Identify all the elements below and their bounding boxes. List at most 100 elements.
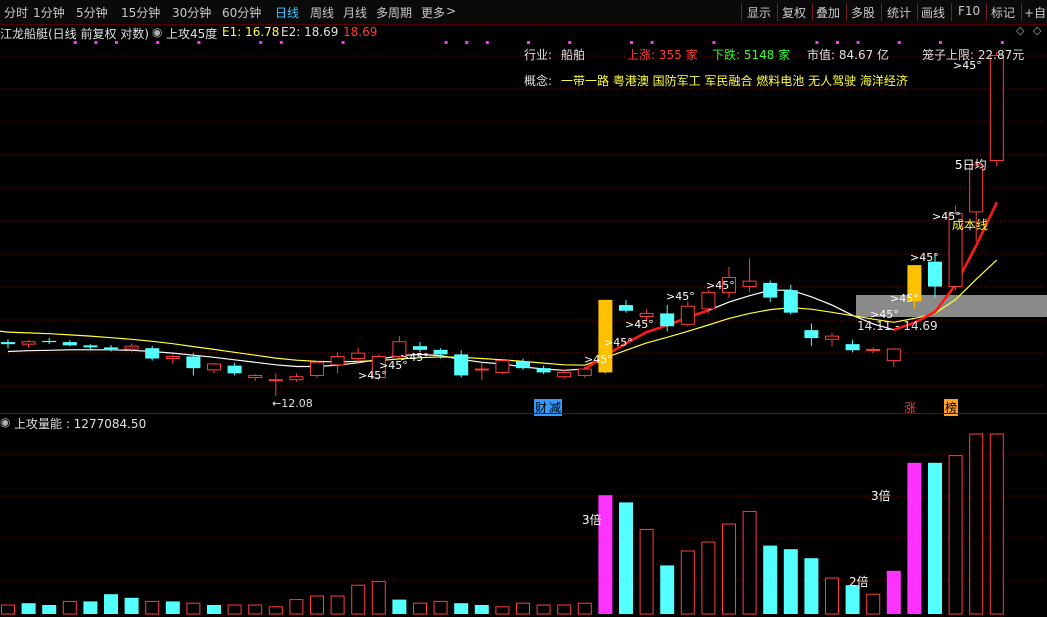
angle-label-7: >45°	[666, 290, 695, 303]
indicator-toggle-icon[interactable]: ◉	[152, 25, 162, 39]
candle-body-14	[289, 376, 304, 381]
display-button[interactable]: 显示	[747, 4, 771, 21]
range-label: 14.11 - 14.69	[857, 319, 938, 333]
angle-label-10: >45°	[890, 292, 919, 305]
adjust-button[interactable]: 复权	[782, 4, 806, 21]
indicator-name[interactable]: 上攻45度	[166, 25, 217, 42]
signal-dot-13	[279, 41, 283, 44]
angle-label-4: >45°	[584, 353, 613, 366]
candle-body-11	[227, 365, 242, 374]
overlay-button[interactable]: 叠加	[816, 4, 840, 21]
volume-bar-35	[722, 523, 736, 615]
period-1min[interactable]: 1分钟	[33, 4, 65, 21]
candle-body-15	[310, 361, 324, 376]
candle-body-7	[145, 348, 160, 359]
candle-body-20	[413, 346, 427, 350]
volume-bar-47	[969, 433, 984, 615]
volume-bar-44	[907, 462, 922, 614]
volume-bar-30	[619, 502, 633, 614]
volume-toggle-icon[interactable]: ◉	[0, 415, 10, 429]
f10-button[interactable]: F10	[958, 4, 980, 18]
volume-bar-0	[1, 604, 15, 615]
volume-bar-14	[289, 599, 304, 615]
candle-body-32	[660, 313, 675, 327]
candle-body-21	[433, 349, 448, 355]
candle-body-33	[680, 305, 695, 325]
candle-body-45	[928, 261, 942, 287]
e1-value: E1: 16.78	[222, 25, 280, 39]
period-monthly[interactable]: 月线	[343, 4, 367, 21]
period-daily[interactable]: 日线	[275, 4, 299, 21]
volume-bar-48	[989, 433, 1004, 615]
stock-title[interactable]: 江龙船艇(日线 前复权 对数)	[0, 25, 149, 42]
volume-bar-36	[742, 510, 757, 615]
volume-bar-1	[21, 603, 36, 614]
volume-bar-12	[248, 604, 263, 615]
candle-body-0	[1, 342, 15, 345]
volume-panel-title: 上攻量能 : 1277084.50	[14, 417, 147, 431]
candle-body-3	[62, 342, 77, 346]
period-5min[interactable]: 5分钟	[76, 4, 108, 21]
volume-bar-22	[454, 603, 469, 614]
volume-bar-32	[660, 565, 675, 614]
draw-button[interactable]: 画线	[921, 4, 945, 21]
e2-value: E2: 18.69	[281, 25, 339, 39]
candle-body-10	[207, 363, 221, 371]
candle-body-39	[804, 330, 819, 339]
signal-dot-22	[465, 41, 469, 44]
period-15min[interactable]: 15分钟	[121, 4, 160, 21]
period-60min[interactable]: 60分钟	[222, 4, 261, 21]
candle-body-41	[845, 344, 860, 351]
add-watchlist-button[interactable]: +自选	[1024, 4, 1047, 21]
candle-body-17	[351, 352, 366, 360]
volume-bar-20	[413, 602, 427, 615]
period-weekly[interactable]: 周线	[310, 4, 334, 21]
cost-line-label: 成本线	[952, 218, 989, 232]
ma5-label: 5日均	[955, 158, 987, 172]
period-30min[interactable]: 30分钟	[172, 4, 211, 21]
signal-dot-7	[156, 41, 160, 44]
low-price-value: 12.08	[281, 397, 313, 410]
candle-body-30	[619, 305, 633, 311]
angle-label-11: >45°	[910, 251, 939, 264]
signal-dot-25	[527, 41, 530, 44]
stats-button[interactable]: 统计	[887, 4, 911, 21]
candle-body-16	[330, 355, 345, 366]
signal-dot-30	[630, 41, 633, 44]
volume-bar-15	[310, 595, 324, 615]
angle-label-6: >45°	[625, 318, 654, 331]
industry-label: 行业:	[524, 48, 553, 62]
industry-value: 船舶	[561, 48, 586, 62]
vol-2x-label: 2倍	[849, 575, 869, 589]
chevron-right-icon[interactable]: >	[446, 4, 456, 18]
candle-body-38	[783, 290, 798, 313]
candles-group	[1, 52, 1004, 396]
candle-body-48	[989, 55, 1004, 161]
candle-body-6	[124, 345, 139, 350]
ma-yellow-lead	[0, 330, 9, 333]
volume-bar-19	[392, 599, 407, 614]
volume-bar-8	[165, 601, 180, 614]
diamond-icon[interactable]: ◇	[1016, 24, 1024, 37]
candle-body-13	[268, 379, 283, 382]
mark-button[interactable]: 标记	[991, 4, 1015, 21]
candle-body-2	[42, 340, 57, 343]
signal-dot-27	[568, 41, 572, 44]
period-more[interactable]: 更多	[421, 4, 445, 21]
period-multi[interactable]: 多周期	[376, 4, 412, 21]
candle-body-27	[557, 371, 572, 378]
signal-dot-31	[650, 41, 654, 44]
volume-bar-39	[804, 558, 819, 614]
multi-stock-button[interactable]: 多股	[851, 4, 875, 21]
up-count: 上涨: 355 家	[627, 48, 698, 62]
diamond-icon-2[interactable]: ◇	[1033, 24, 1041, 37]
angle-label-5: >45°	[604, 336, 633, 349]
volume-bar-9	[186, 602, 201, 615]
candle-body-5	[104, 347, 118, 350]
signal-dot-12	[259, 41, 263, 44]
signal-dot-41	[856, 41, 860, 44]
volume-bar-45	[928, 462, 942, 614]
candle-body-42	[866, 348, 881, 351]
period-fenshi[interactable]: 分时	[4, 4, 28, 21]
volume-bar-6	[124, 597, 139, 614]
